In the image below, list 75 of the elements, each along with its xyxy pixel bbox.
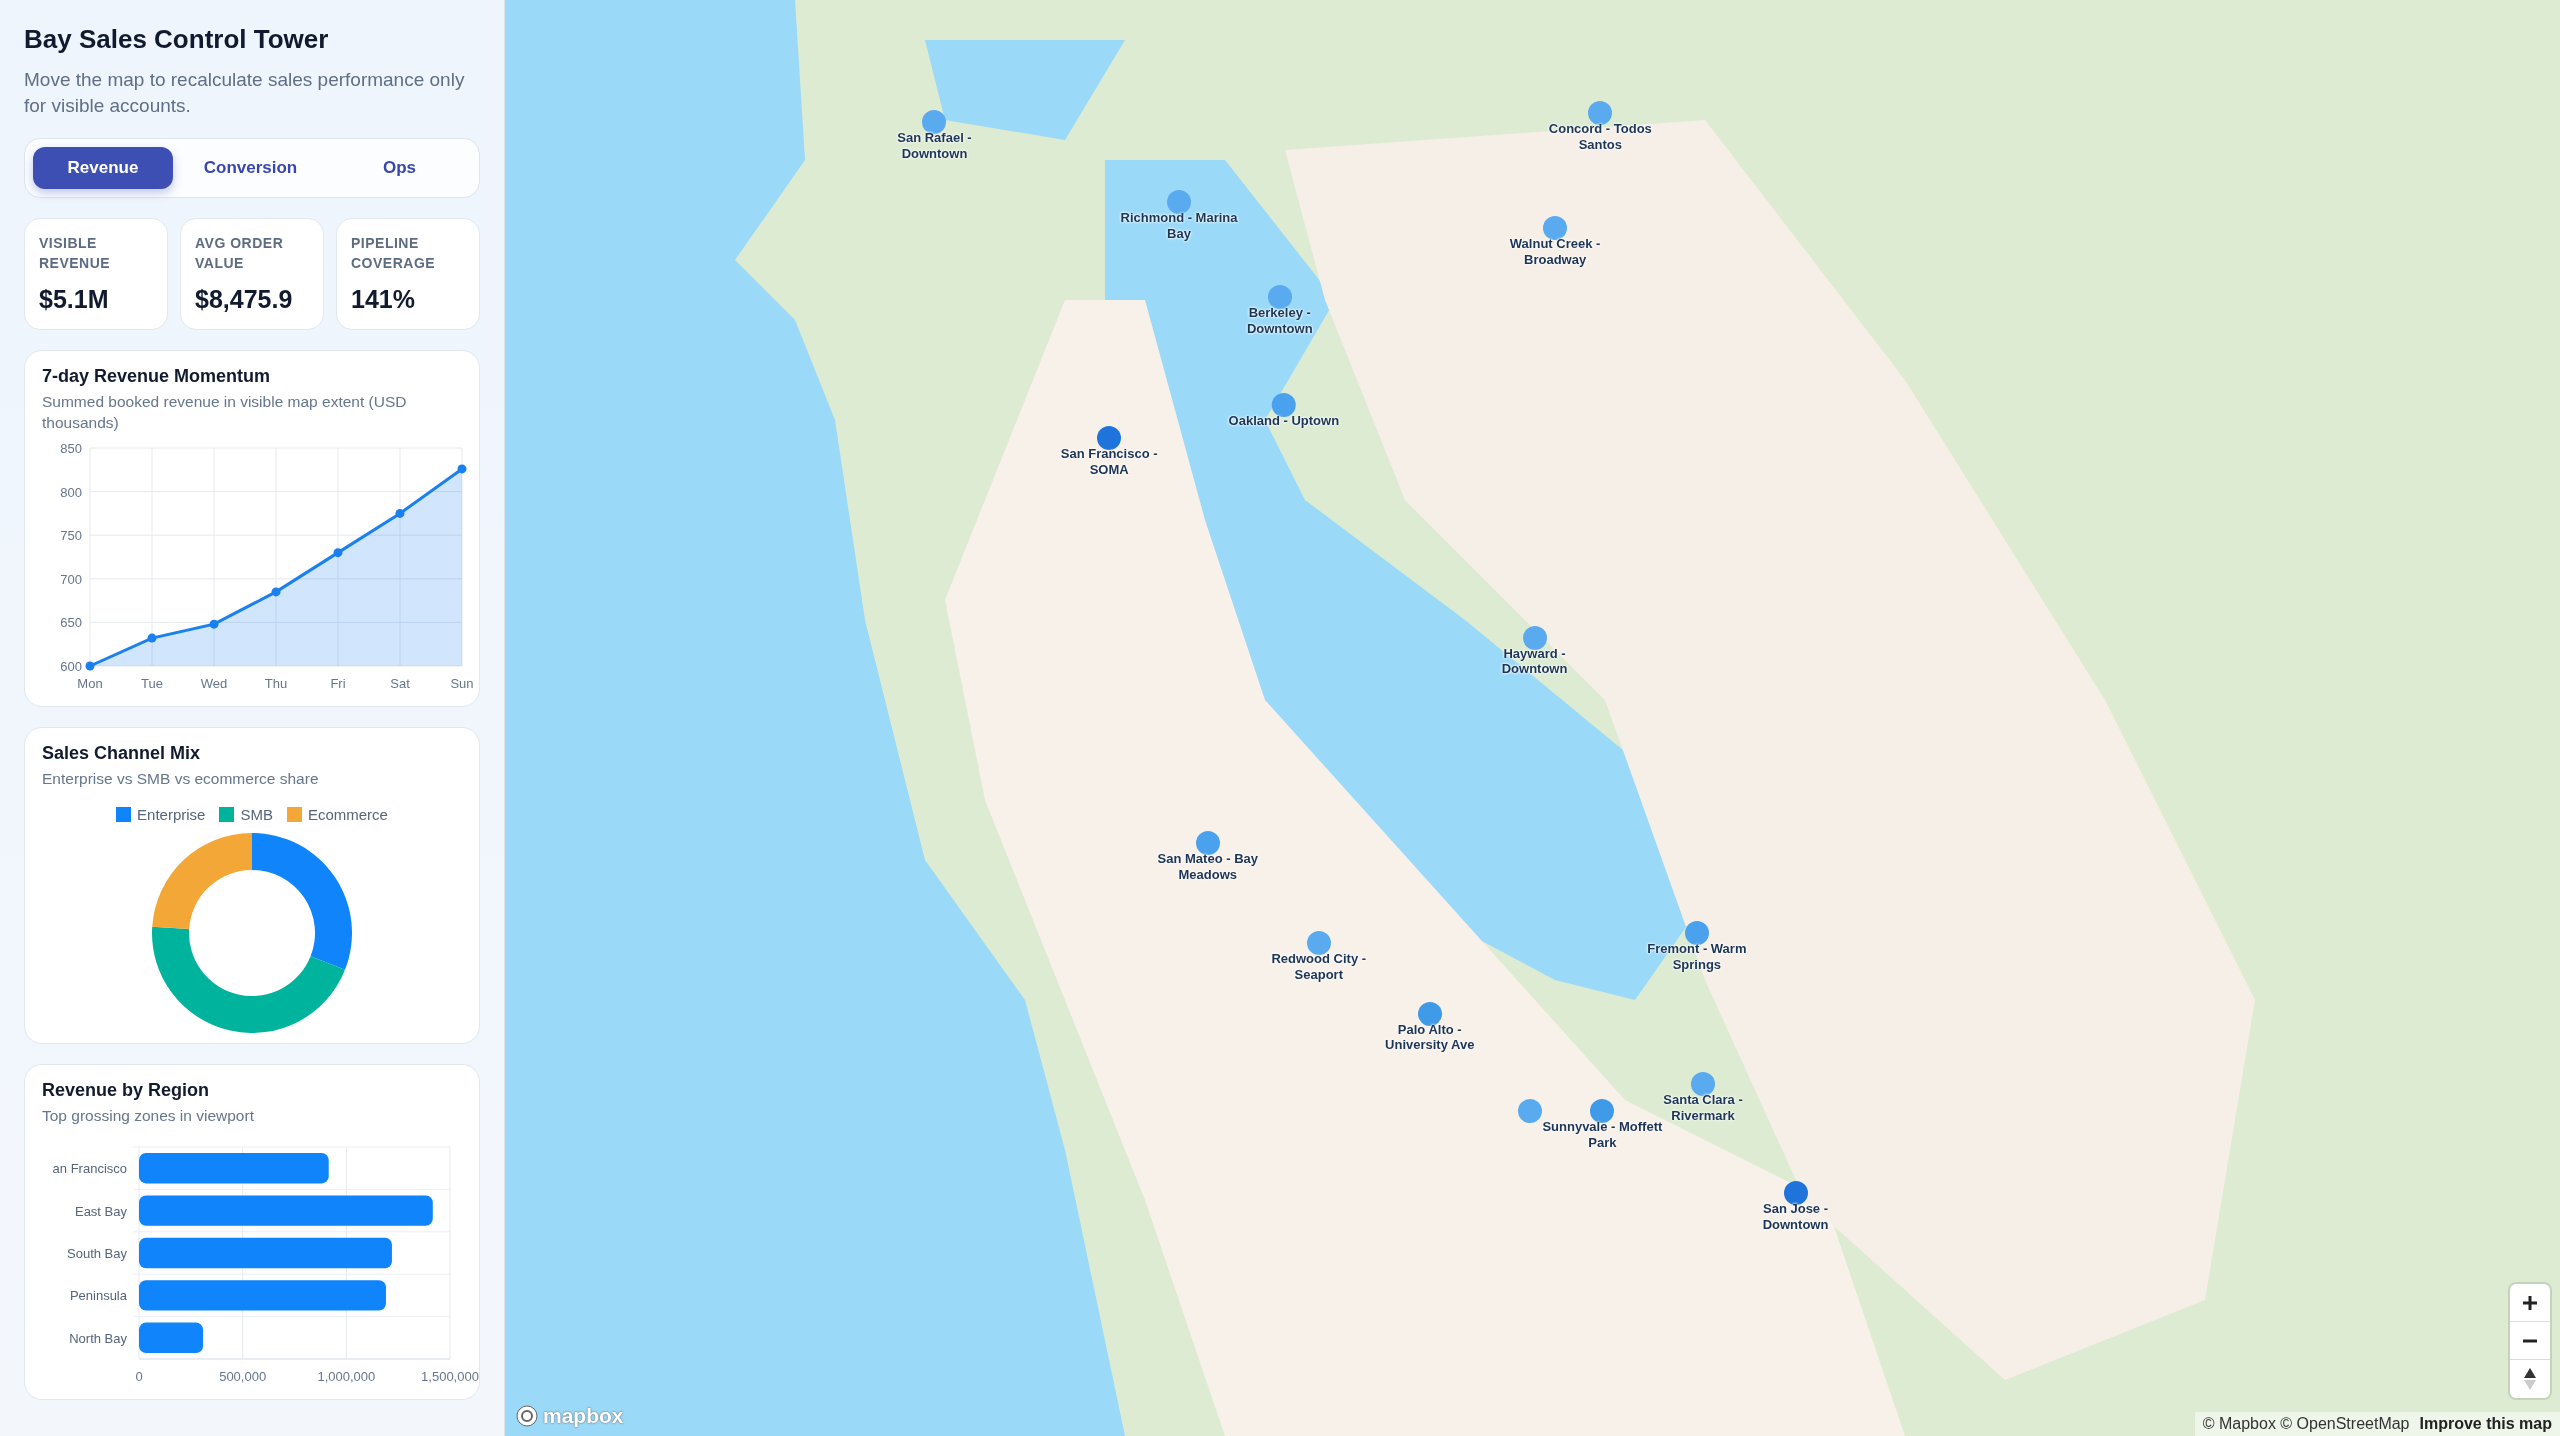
- card-title: Revenue by Region: [42, 1079, 211, 1101]
- axis-tick-label: East Bay: [74, 1203, 127, 1219]
- compass-icon: [2524, 1368, 2536, 1390]
- marker-label: Berkeley - Downtown: [1245, 305, 1314, 337]
- axis-tick-label: 700: [60, 571, 82, 587]
- card-subtitle: Summed booked revenue in visible map extent (USD thousands): [42, 392, 408, 433]
- axis-tick-label: Thu: [264, 675, 288, 691]
- plus-icon: [2522, 1294, 2538, 1311]
- marker-label: Hayward - Downtown: [1500, 645, 1569, 677]
- tab[interactable]: Conversion: [179, 147, 322, 190]
- legend-label: Ecommerce: [307, 805, 388, 823]
- data-point: [333, 547, 343, 557]
- data-point: [457, 464, 467, 474]
- axis-tick-label: Wed: [200, 675, 228, 691]
- marker-label: Richmond - Marina Bay: [1119, 210, 1239, 242]
- axis-tick-label: 850: [60, 440, 82, 456]
- bar: [139, 1322, 204, 1354]
- marker-label: San Jose - Downtown: [1761, 1201, 1830, 1233]
- kpi-value: $5.1M: [39, 285, 110, 315]
- legend-label: SMB: [240, 805, 273, 823]
- marker-label: Fremont - Warm Springs: [1646, 941, 1748, 973]
- data-point: [147, 633, 157, 643]
- marker-label: Sunnyvale - Moffett Park: [1542, 1119, 1663, 1151]
- axis-tick-label: 650: [60, 615, 82, 631]
- tab[interactable]: Revenue: [33, 147, 173, 190]
- axis-tick-label: 500,000: [219, 1369, 267, 1385]
- data-point: [271, 587, 281, 597]
- axis-tick-label: Tue: [141, 675, 163, 691]
- marker-label: Redwood City - Seaport: [1270, 951, 1368, 983]
- kpi-label: VISIBLE REVENUE: [39, 234, 112, 273]
- axis-tick-label: an Francisco: [52, 1161, 127, 1177]
- axis-tick-label: North Bay: [69, 1330, 127, 1346]
- axis-tick-label: South Bay: [67, 1246, 127, 1262]
- legend-label: Enterprise: [137, 805, 206, 823]
- legend-swatch: [286, 806, 302, 822]
- marker-label: Santa Clara - Rivermark: [1662, 1092, 1744, 1124]
- marker-label: San Mateo - Bay Meadows: [1156, 850, 1259, 883]
- axis-tick-label: 1,000,000: [317, 1369, 376, 1385]
- axis-tick-label: 1,500,000: [421, 1369, 479, 1385]
- axis-tick-label: Sat: [390, 675, 410, 691]
- kpi-label: AVG ORDER VALUE: [195, 234, 285, 273]
- marker-label: Walnut Creek - Broadway: [1508, 236, 1602, 268]
- axis-tick-label: 750: [60, 527, 82, 543]
- tab[interactable]: Ops: [328, 147, 471, 190]
- card-title: Sales Channel Mix: [42, 742, 202, 764]
- kpi-value: $8,475.9: [195, 285, 294, 315]
- app-title: Bay Sales Control Tower: [24, 24, 330, 55]
- marker-label: San Francisco - SOMA: [1059, 445, 1159, 478]
- axis-tick-label: Mon: [77, 675, 103, 691]
- kpi-value: 141%: [351, 285, 416, 315]
- marker-label: Concord - Todos Santos: [1547, 121, 1653, 153]
- data-point: [395, 508, 405, 518]
- legend-swatch: [219, 806, 235, 822]
- card-subtitle: Top grossing zones in viewport: [42, 1105, 255, 1126]
- data-point: [209, 619, 219, 629]
- card-subtitle: Enterprise vs SMB vs ecommerce share: [42, 768, 320, 789]
- axis-tick-label: Fri: [330, 675, 346, 691]
- minus-icon: [2522, 1338, 2538, 1343]
- attribution-text: © Mapbox © OpenStreetMap: [2202, 1415, 2410, 1433]
- axis-tick-label: 600: [60, 658, 82, 674]
- logo-icon: [515, 1404, 539, 1428]
- app-subtitle: Move the map to recalculate sales performance only for visible accounts.: [24, 68, 466, 118]
- marker-label: Palo Alto - University Ave: [1384, 1021, 1476, 1053]
- legend-swatch: [116, 806, 132, 822]
- axis-tick-label: Sun: [450, 675, 474, 691]
- axis-tick-label: 800: [60, 484, 82, 500]
- map-logo: mapbox: [543, 1404, 624, 1428]
- data-point: [85, 661, 95, 671]
- axis-tick-label: Peninsula: [69, 1288, 127, 1304]
- axis-tick-label: 0: [135, 1369, 143, 1385]
- marker-label: Oakland - Uptown: [1228, 412, 1340, 429]
- card-title: 7-day Revenue Momentum: [42, 366, 272, 388]
- marker-label: San Rafael - Downtown: [896, 130, 973, 162]
- improve-map-link[interactable]: Improve this map: [2419, 1415, 2552, 1433]
- kpi-label: PIPELINE COVERAGE: [351, 234, 437, 273]
